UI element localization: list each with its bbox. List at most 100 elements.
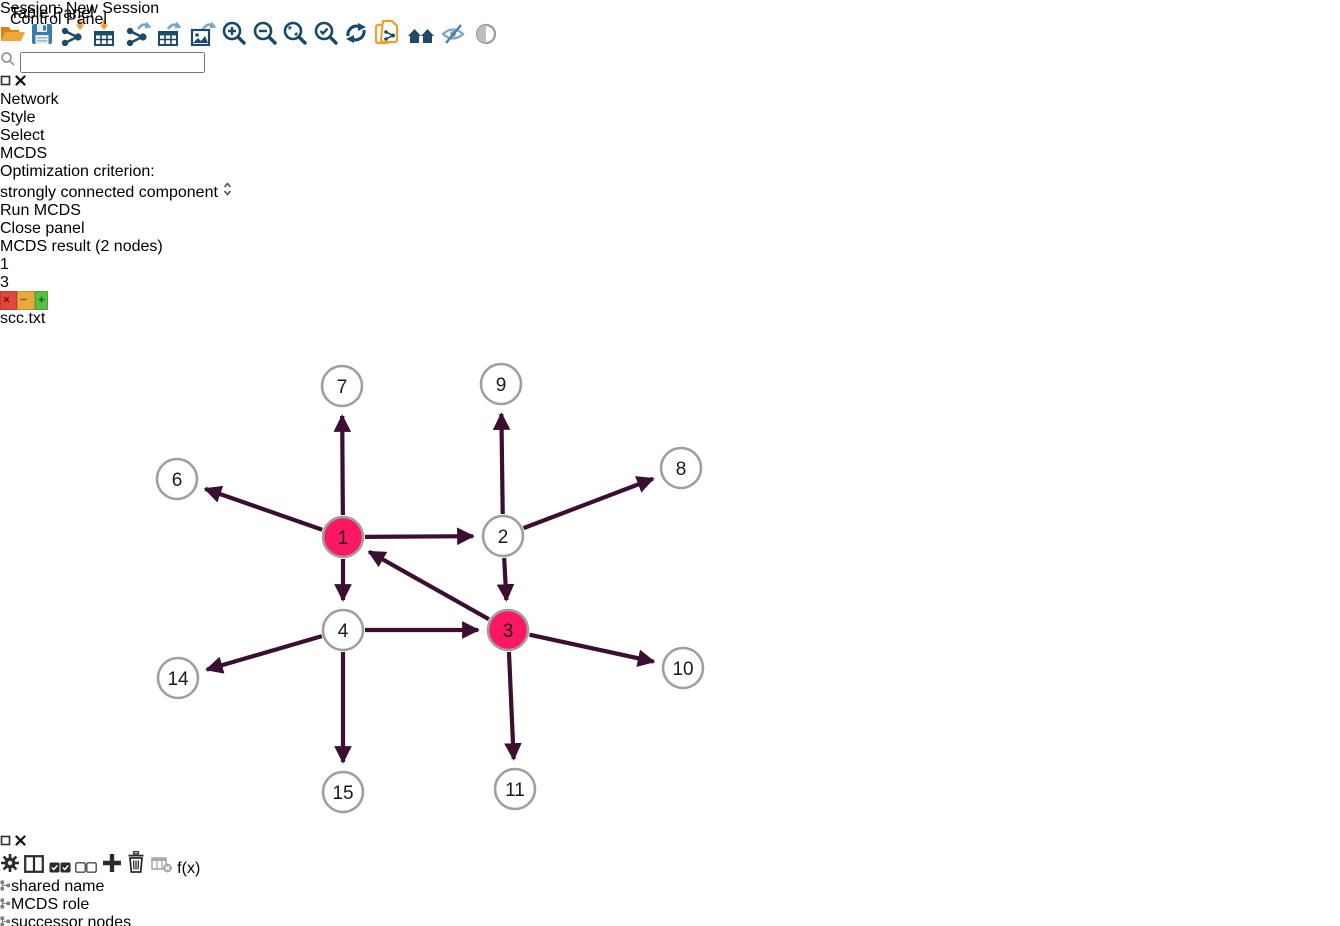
node-label: 8 [676, 459, 687, 480]
export-network-button[interactable] [124, 33, 156, 50]
graph-edge-2-3[interactable] [504, 558, 506, 600]
delete-row-icon [126, 851, 146, 873]
mcds-result-group: MCDS result (2 nodes) 13 [0, 238, 1340, 292]
graph-edge-3-11[interactable] [509, 652, 514, 759]
column-header-successor-nodes[interactable]: successor nodes [0, 914, 160, 926]
mcds-result-textarea[interactable]: 13 [0, 256, 1340, 292]
tab-network[interactable]: Network [0, 91, 1340, 109]
column-header-label: shared name [11, 878, 104, 895]
network-canvas[interactable]: 1 2 3 4 6 7 8 9 10 11 14 15 [0, 328, 925, 828]
graph-node-15[interactable]: 15 [323, 772, 363, 812]
export-table-button[interactable] [156, 33, 188, 50]
run-mcds-button[interactable]: Run MCDS [0, 202, 95, 220]
graph-node-8[interactable]: 8 [661, 448, 701, 488]
float-panel-icon[interactable] [0, 73, 15, 90]
graph-node-1[interactable]: 1 [323, 517, 363, 557]
close-panel-icon[interactable] [15, 73, 26, 90]
tab-select[interactable]: Select [0, 127, 1340, 145]
network-minimize-button[interactable] [17, 291, 34, 310]
deselect-all-button[interactable] [75, 860, 101, 877]
settings-gear-icon [0, 853, 20, 873]
tab-style[interactable]: Style [0, 109, 1340, 127]
column-header-mcds-role[interactable]: MCDS role [0, 896, 113, 914]
node-table: shared nameMCDS rolesuccessor nodesprede… [0, 878, 1340, 926]
graph-edge-1-6[interactable] [205, 489, 322, 530]
node-label: 11 [505, 780, 525, 801]
function-builder-icon: f(x) [177, 860, 200, 877]
node-label: 2 [498, 527, 509, 548]
function-builder-button[interactable]: f(x) [177, 860, 200, 877]
network-close-button[interactable] [0, 291, 17, 310]
graph-edge-4-14[interactable] [207, 636, 322, 669]
import-network-button[interactable] [59, 33, 91, 50]
graph-node-9[interactable]: 9 [481, 364, 521, 404]
add-row-button[interactable] [102, 860, 126, 877]
zoom-fit-button[interactable] [282, 33, 312, 50]
delete-table-icon [151, 855, 173, 873]
deselect-all-icon [75, 862, 97, 873]
first-neighbors-button[interactable] [406, 33, 440, 50]
network-zoom-button[interactable] [35, 291, 48, 310]
search-field[interactable] [20, 52, 205, 73]
first-neighbors-icon [406, 22, 436, 46]
control-panel-tabs: NetworkStyleSelectMCDS [0, 91, 1340, 163]
control-panel: Control Panel NetworkStyleSelectMCDS Opt… [0, 73, 1340, 292]
optimization-criterion-select[interactable]: strongly connected component [0, 181, 1340, 202]
open-session-button[interactable] [0, 33, 30, 50]
result-line: 1 [0, 256, 1340, 274]
import-table-button[interactable] [91, 33, 123, 50]
node-label: 7 [337, 377, 348, 398]
network-window-title: scc.txt [0, 310, 1340, 328]
split-panel-button[interactable] [24, 860, 48, 877]
graph-edge-1-2[interactable] [365, 536, 473, 537]
zoom-in-button[interactable] [221, 33, 251, 50]
graph-node-7[interactable]: 7 [322, 366, 362, 406]
titlebar: Session: New Session [0, 0, 1340, 18]
close-table-panel-icon[interactable] [15, 833, 26, 850]
graph-node-3[interactable]: 3 [488, 610, 528, 650]
select-all-button[interactable] [49, 860, 75, 877]
network-window: scc.txt 1 2 3 4 6 7 8 9 10 11 14 15 [0, 292, 1340, 833]
hide-graphics-details-button[interactable] [440, 33, 472, 50]
delete-table-button[interactable] [151, 860, 177, 877]
new-network-from-selection-button[interactable] [373, 33, 405, 50]
graph-node-10[interactable]: 10 [663, 648, 703, 688]
column-type-icon [0, 916, 11, 926]
graph-edge-3-1[interactable] [369, 552, 489, 619]
export-network-icon [124, 20, 152, 46]
tab-mcds[interactable]: MCDS [0, 145, 1340, 163]
table-header-row: shared nameMCDS rolesuccessor nodesprede… [0, 878, 1340, 926]
zoom-selected-button[interactable] [313, 33, 343, 50]
table-panel: Table Panel [0, 833, 1340, 926]
graph-edge-3-10[interactable] [529, 635, 653, 662]
split-panel-icon [24, 855, 44, 873]
graph-edge-1-7[interactable] [342, 416, 343, 515]
delete-row-button[interactable] [126, 860, 150, 877]
graph-node-14[interactable]: 14 [158, 658, 198, 698]
graph-node-2[interactable]: 2 [483, 516, 523, 556]
zoom-in-icon [221, 20, 247, 46]
mcds-panel: Optimization criterion: strongly connect… [0, 163, 1340, 292]
float-table-panel-icon[interactable] [0, 833, 15, 850]
export-image-button[interactable] [189, 33, 221, 50]
node-label: 14 [167, 669, 189, 690]
zoom-out-button[interactable] [252, 33, 282, 50]
graph-node-4[interactable]: 4 [323, 610, 363, 650]
search-input[interactable] [0, 51, 1340, 73]
close-panel-button[interactable]: Close panel [0, 220, 104, 238]
add-row-icon [102, 853, 122, 873]
graph-edge-2-9[interactable] [501, 414, 502, 514]
table-toolbar: f(x) [0, 851, 1340, 878]
graph-node-11[interactable]: 11 [495, 769, 535, 809]
settings-gear-button[interactable] [0, 860, 24, 877]
show-graphics-details-icon [473, 22, 499, 46]
graph-edge-2-8[interactable] [524, 479, 653, 528]
refresh-layout-button[interactable] [343, 33, 373, 50]
column-type-icon [0, 880, 11, 891]
graph-node-6[interactable]: 6 [157, 459, 197, 499]
node-label: 1 [338, 528, 349, 549]
save-session-button[interactable] [30, 33, 58, 50]
column-header-shared-name[interactable]: shared name [0, 878, 138, 896]
refresh-layout-icon [343, 20, 369, 46]
show-graphics-details-button[interactable] [473, 33, 499, 50]
